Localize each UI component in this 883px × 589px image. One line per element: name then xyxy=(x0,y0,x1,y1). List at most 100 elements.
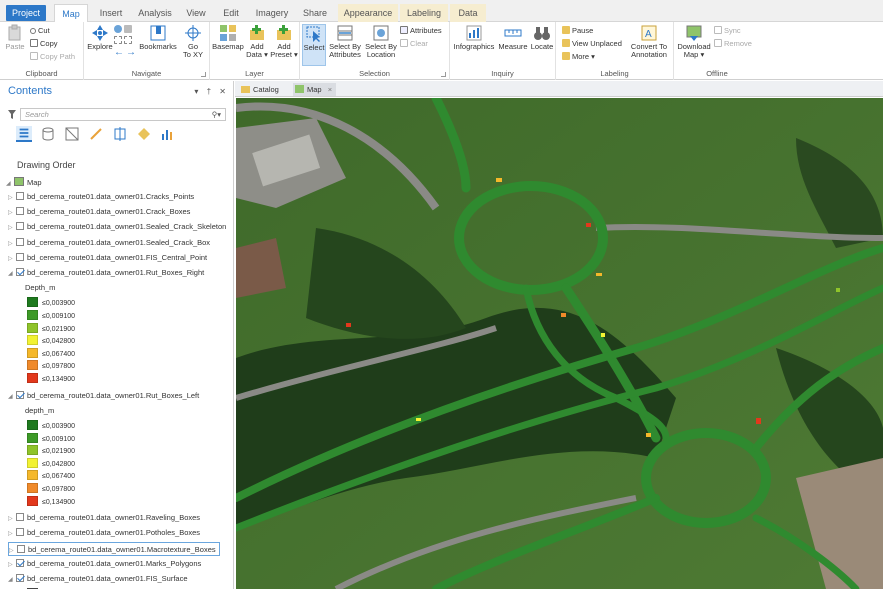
layer-visibility-checkbox[interactable] xyxy=(16,237,24,246)
remove-button[interactable]: Remove xyxy=(714,39,752,49)
filter-icon[interactable] xyxy=(8,110,16,119)
zoom-layer-button[interactable] xyxy=(124,25,134,35)
tab-map[interactable]: Map xyxy=(54,4,88,23)
selection-view-icon[interactable] xyxy=(64,126,80,142)
layer-row[interactable]: ▷ bd_cerema_route01.data_owner01.Sealed_C… xyxy=(8,236,210,250)
zoom-full-button[interactable] xyxy=(114,25,124,35)
expand-arrow-icon[interactable]: ▷ xyxy=(8,512,16,526)
tab-appearance[interactable]: Appearance xyxy=(338,4,398,22)
collapse-arrow-icon[interactable]: ◢ xyxy=(8,390,16,404)
select-by-location-button[interactable]: Select By Location xyxy=(364,24,398,59)
tab-analysis[interactable]: Analysis xyxy=(134,4,176,22)
layer-row[interactable]: ▷ bd_cerema_route01.data_owner01.Crack_Bo… xyxy=(8,205,190,219)
more-button[interactable]: More ▾ xyxy=(562,52,595,62)
forward-button[interactable]: → xyxy=(126,48,136,58)
attributes-button[interactable]: Attributes xyxy=(400,26,442,36)
layer-row[interactable]: ◢ bd_cerema_route01.data_owner01.FIS_Surf… xyxy=(8,572,188,586)
charts-icon[interactable] xyxy=(160,126,176,142)
expand-arrow-icon[interactable]: ▷ xyxy=(8,237,16,251)
expand-arrow-icon[interactable]: ▷ xyxy=(8,558,16,572)
expand-arrow-icon[interactable]: ▷ xyxy=(8,206,16,220)
layer-visibility-checkbox[interactable] xyxy=(16,268,24,276)
download-map-button[interactable]: Download Map ▾ xyxy=(676,24,712,59)
tab-view[interactable]: View xyxy=(182,4,210,22)
collapse-arrow-icon[interactable]: ◢ xyxy=(8,267,16,281)
select-button[interactable]: Select xyxy=(302,24,326,66)
tab-edit[interactable]: Edit xyxy=(218,4,244,22)
layer-visibility-checkbox[interactable] xyxy=(16,513,24,522)
back-button[interactable]: ← xyxy=(114,48,124,58)
selection-launcher[interactable] xyxy=(441,72,446,77)
expand-arrow-icon[interactable]: ▷ xyxy=(9,544,17,558)
search-input[interactable]: Search ⚲▾ xyxy=(20,108,226,121)
labeling-view-icon[interactable] xyxy=(136,126,152,142)
expand-arrow-icon[interactable]: ▷ xyxy=(8,221,16,235)
layer-row[interactable]: ▷ bd_cerema_route01.data_owner01.FIS_Cent… xyxy=(8,251,207,265)
snapping-icon[interactable] xyxy=(112,126,128,142)
legend-class-row: ≤0,134900 xyxy=(27,495,75,508)
fixed-zoom-out-button[interactable] xyxy=(124,36,134,46)
go-to-xy-button[interactable]: Go To XY xyxy=(180,24,206,59)
layer-row[interactable]: ◢ bd_cerema_route01.data_owner01.Rut_Boxe… xyxy=(8,266,204,280)
layer-visibility-checkbox[interactable] xyxy=(16,390,24,399)
data-source-icon[interactable] xyxy=(40,126,56,142)
measure-button[interactable]: Measure xyxy=(498,24,528,51)
add-preset-button[interactable]: Add Preset ▾ xyxy=(270,24,298,59)
sync-button[interactable]: Sync xyxy=(714,26,741,36)
explore-button[interactable]: Explore xyxy=(86,24,114,51)
layer-visibility-checkbox[interactable] xyxy=(16,222,24,231)
aerial-map[interactable] xyxy=(236,98,883,589)
layer-row[interactable]: ▷ bd_cerema_route01.data_owner01.Potholes… xyxy=(8,526,200,540)
map-tree-node[interactable]: ◢ Map xyxy=(6,176,42,190)
layer-visibility-checkbox[interactable] xyxy=(16,252,24,261)
tab-insert[interactable]: Insert xyxy=(94,4,128,22)
layer-row[interactable]: ▷ bd_cerema_route01.data_owner01.Marks_Po… xyxy=(8,557,201,571)
expand-arrow-icon[interactable]: ▷ xyxy=(8,527,16,541)
collapse-arrow-icon[interactable]: ◢ xyxy=(6,177,14,191)
search-icon[interactable]: ⚲▾ xyxy=(212,109,221,120)
expand-arrow-icon[interactable]: ▷ xyxy=(8,252,16,266)
fixed-zoom-button[interactable] xyxy=(114,36,124,46)
basemap-button[interactable]: Basemap xyxy=(212,24,244,51)
convert-to-annotation-button[interactable]: A Convert To Annotation xyxy=(628,24,670,59)
tab-imagery[interactable]: Imagery xyxy=(252,4,292,22)
select-by-attributes-button[interactable]: Select By Attributes xyxy=(328,24,362,59)
bookmarks-button[interactable]: Bookmarks xyxy=(138,24,178,51)
close-map-tab-icon[interactable]: × xyxy=(328,85,332,94)
pane-controls[interactable]: ▾ † ✕ xyxy=(194,87,229,96)
cut-button[interactable]: Cut xyxy=(30,26,50,36)
layer-visibility-checkbox[interactable] xyxy=(16,528,24,537)
layer-row[interactable]: ◢ bd_cerema_route01.data_owner01.Rut_Boxe… xyxy=(8,389,199,403)
tab-project[interactable]: Project xyxy=(6,5,46,21)
paste-button[interactable]: Paste xyxy=(4,24,26,51)
layer-row[interactable]: ▷ bd_cerema_route01.data_owner01.Macrotex… xyxy=(8,541,220,558)
editing-pencil-icon[interactable] xyxy=(88,126,104,142)
locate-button[interactable]: Locate xyxy=(530,24,554,51)
layer-visibility-checkbox[interactable] xyxy=(16,574,24,582)
add-data-button[interactable]: Add Data ▾ xyxy=(244,24,270,59)
tab-catalog[interactable]: Catalog xyxy=(239,83,279,96)
layer-row[interactable]: ▷ bd_cerema_route01.data_owner01.Sealed_C… xyxy=(8,220,226,234)
layer-row[interactable]: ▷ bd_cerema_route01.data_owner01.Raveling… xyxy=(8,511,200,525)
drawing-order-icon[interactable] xyxy=(16,126,32,142)
tab-share[interactable]: Share xyxy=(300,4,330,22)
layer-visibility-checkbox[interactable] xyxy=(16,192,24,200)
tab-labeling[interactable]: Labeling xyxy=(400,4,448,22)
layer-row[interactable]: ▷ bd_cerema_route01.data_owner01.Cracks_P… xyxy=(8,190,194,204)
navigate-launcher[interactable] xyxy=(201,72,206,77)
layer-visibility-checkbox[interactable] xyxy=(17,544,25,553)
layer-visibility-checkbox[interactable] xyxy=(16,558,24,567)
tab-map-view[interactable]: Map × xyxy=(293,83,337,96)
copy-button[interactable]: Copy xyxy=(30,39,58,49)
copy-path-button[interactable]: Copy Path xyxy=(30,52,75,62)
layer-visibility-checkbox[interactable] xyxy=(16,207,24,216)
infographics-button[interactable]: Infographics xyxy=(452,24,496,51)
collapse-arrow-icon[interactable]: ◢ xyxy=(8,573,16,587)
tab-data[interactable]: Data xyxy=(450,4,486,22)
map-view[interactable] xyxy=(236,98,883,589)
arrow-right-icon: → xyxy=(126,47,136,58)
expand-arrow-icon[interactable]: ▷ xyxy=(8,191,16,205)
view-unplaced-button[interactable]: View Unplaced xyxy=(562,39,622,49)
clear-button[interactable]: Clear xyxy=(400,39,428,49)
pause-button[interactable]: Pause xyxy=(562,26,593,36)
